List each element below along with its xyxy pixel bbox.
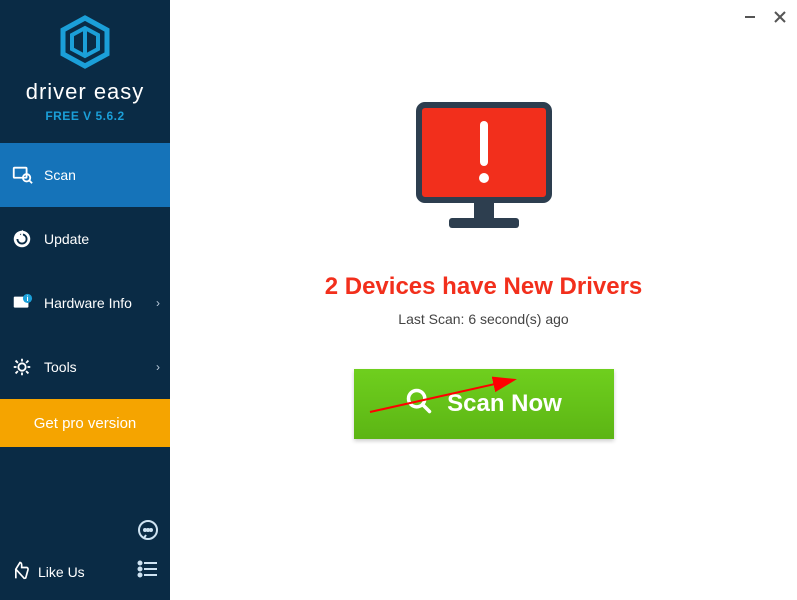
scan-icon bbox=[10, 163, 34, 187]
close-button[interactable] bbox=[769, 6, 791, 28]
scan-now-button[interactable]: Scan Now bbox=[354, 369, 614, 439]
last-scan-text: Last Scan: 6 second(s) ago bbox=[398, 311, 568, 327]
minimize-button[interactable] bbox=[739, 6, 761, 28]
sidebar-item-scan[interactable]: Scan bbox=[0, 143, 170, 207]
sidebar-item-update[interactable]: Update bbox=[0, 207, 170, 271]
main-area: 2 Devices have New Drivers Last Scan: 6 … bbox=[170, 0, 797, 600]
content: 2 Devices have New Drivers Last Scan: 6 … bbox=[170, 0, 797, 439]
chevron-right-icon: › bbox=[156, 296, 160, 310]
menu-icon[interactable] bbox=[136, 557, 160, 586]
update-icon bbox=[10, 227, 34, 251]
like-us-label: Like Us bbox=[38, 564, 85, 580]
sidebar-item-tools[interactable]: Tools › bbox=[0, 335, 170, 399]
sidebar-item-label: Scan bbox=[44, 167, 76, 183]
chevron-right-icon: › bbox=[156, 360, 160, 374]
scan-now-label: Scan Now bbox=[447, 390, 562, 418]
brand-version: FREE V 5.6.2 bbox=[0, 109, 170, 123]
alert-monitor-icon bbox=[409, 100, 559, 245]
sidebar-item-label: Hardware Info bbox=[44, 295, 132, 311]
nav: Scan Update i Hardware Info › bbox=[0, 143, 170, 447]
logo-area: driver easy FREE V 5.6.2 bbox=[0, 0, 170, 129]
window-controls bbox=[739, 6, 791, 28]
sidebar-spacer bbox=[0, 447, 170, 508]
tools-icon bbox=[10, 355, 34, 379]
sidebar: driver easy FREE V 5.6.2 Scan U bbox=[0, 0, 170, 600]
thumbs-up-icon bbox=[10, 560, 30, 583]
get-pro-label: Get pro version bbox=[34, 415, 137, 432]
sidebar-item-label: Update bbox=[44, 231, 89, 247]
app-logo-icon bbox=[57, 14, 113, 75]
feedback-icon[interactable] bbox=[136, 518, 160, 547]
brand-name: driver easy bbox=[0, 79, 170, 105]
like-us-button[interactable]: Like Us bbox=[10, 560, 85, 583]
sidebar-bottom: Like Us bbox=[0, 508, 170, 600]
svg-text:i: i bbox=[26, 294, 28, 303]
headline-text: 2 Devices have New Drivers bbox=[325, 273, 643, 301]
get-pro-button[interactable]: Get pro version bbox=[0, 399, 170, 447]
sidebar-item-hardware-info[interactable]: i Hardware Info › bbox=[0, 271, 170, 335]
search-icon bbox=[405, 387, 433, 422]
hardware-info-icon: i bbox=[10, 291, 34, 315]
sidebar-item-label: Tools bbox=[44, 359, 77, 375]
